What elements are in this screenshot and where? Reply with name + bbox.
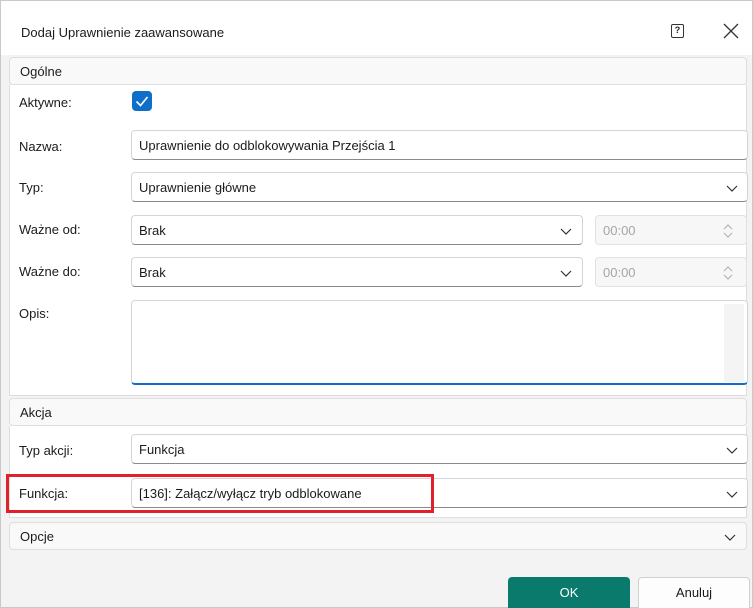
section-general-title: Ogólne — [20, 64, 62, 79]
section-options-header[interactable]: Opcje — [9, 522, 747, 550]
checkmark-icon — [135, 96, 149, 107]
valid-from-value: Brak — [139, 223, 166, 238]
active-label: Aktywne: — [19, 95, 72, 110]
action-type-select[interactable]: Funkcja — [131, 434, 748, 464]
chevron-down-icon — [724, 534, 736, 541]
dialog-window: Dodaj Uprawnienie zaawansowane ? Ogólne … — [0, 0, 753, 608]
valid-from-label: Ważne od: — [19, 222, 81, 237]
chevron-down-icon — [726, 491, 738, 498]
window-title: Dodaj Uprawnienie zaawansowane — [21, 25, 225, 40]
valid-from-select[interactable]: Brak — [131, 215, 583, 245]
type-label: Typ: — [19, 180, 44, 195]
action-type-label: Typ akcji: — [19, 443, 74, 458]
valid-to-label: Ważne do: — [19, 264, 81, 279]
description-label: Opis: — [19, 306, 50, 321]
valid-to-time-value: 00:00 — [603, 265, 636, 280]
valid-to-value: Brak — [139, 265, 166, 280]
name-label: Nazwa: — [19, 139, 63, 154]
title-bar: Dodaj Uprawnienie zaawansowane ? — [1, 1, 752, 55]
valid-from-time-value: 00:00 — [603, 223, 636, 238]
section-action-header[interactable]: Akcja — [9, 398, 747, 426]
close-icon[interactable] — [720, 20, 742, 42]
spinner-icon — [723, 266, 733, 280]
name-input-value: Uprawnienie do odblokowywania Przejścia … — [139, 138, 396, 153]
name-input[interactable]: Uprawnienie do odblokowywania Przejścia … — [131, 130, 748, 160]
spinner-icon — [723, 224, 733, 238]
active-checkbox[interactable] — [132, 91, 152, 111]
section-action-title: Akcja — [20, 405, 52, 420]
ok-button[interactable]: OK — [508, 577, 630, 608]
chevron-down-icon — [726, 447, 738, 454]
valid-to-time[interactable]: 00:00 — [595, 257, 747, 287]
description-textarea[interactable] — [131, 300, 748, 385]
chevron-down-icon — [560, 228, 572, 235]
type-select[interactable]: Uprawnienie główne — [131, 172, 748, 202]
description-scrollbar[interactable] — [724, 304, 744, 382]
cancel-button[interactable]: Anuluj — [638, 577, 750, 608]
type-select-value: Uprawnienie główne — [139, 180, 257, 195]
section-options-title: Opcje — [20, 529, 54, 544]
valid-to-select[interactable]: Brak — [131, 257, 583, 287]
function-highlight-box — [6, 474, 434, 513]
section-general-header[interactable]: Ogólne — [9, 57, 747, 85]
help-icon[interactable]: ? — [671, 24, 684, 38]
chevron-down-icon — [560, 270, 572, 277]
action-type-value: Funkcja — [139, 442, 185, 457]
valid-from-time[interactable]: 00:00 — [595, 215, 747, 245]
chevron-down-icon — [726, 185, 738, 192]
